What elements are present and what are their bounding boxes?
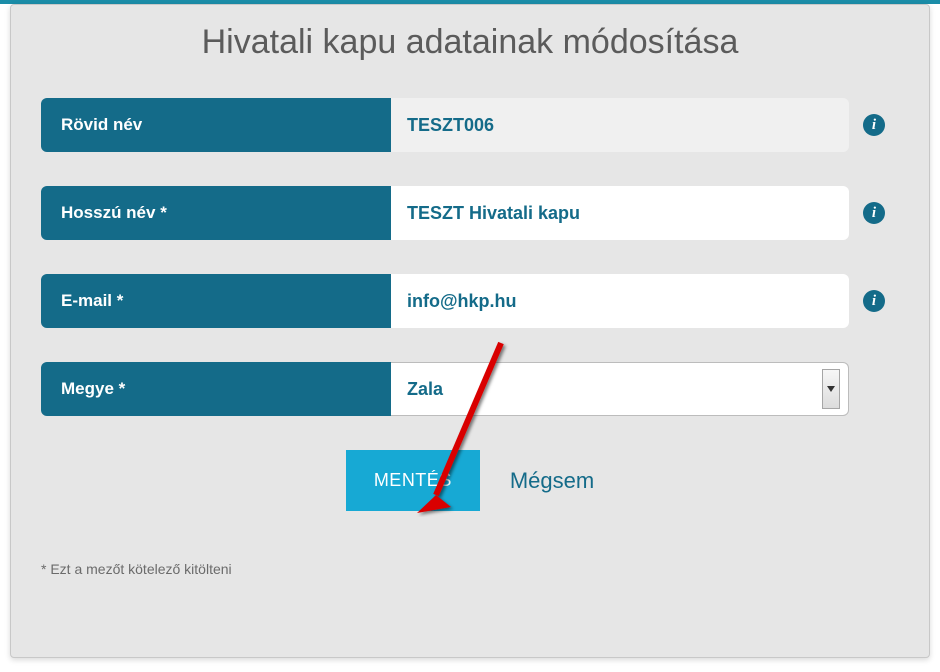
- save-button[interactable]: MENTÉS: [346, 450, 480, 511]
- chevron-down-icon: [827, 386, 835, 392]
- dropdown-button[interactable]: [822, 369, 840, 409]
- info-col: i: [849, 98, 899, 152]
- row-county: Megye * Zala: [41, 362, 899, 416]
- info-col: i: [849, 274, 899, 328]
- label-long-name: Hosszú név *: [41, 186, 391, 240]
- input-email[interactable]: [391, 274, 849, 328]
- label-short-name: Rövid név: [41, 98, 391, 152]
- input-long-name[interactable]: [391, 186, 849, 240]
- info-icon[interactable]: i: [863, 290, 885, 312]
- required-footnote: * Ezt a mezőt kötelező kitölteni: [41, 561, 899, 577]
- info-col-empty: [849, 362, 899, 416]
- row-long-name: Hosszú név * i: [41, 186, 899, 240]
- label-county: Megye *: [41, 362, 391, 416]
- select-county-value: Zala: [407, 379, 443, 400]
- label-email: E-mail *: [41, 274, 391, 328]
- select-county[interactable]: Zala: [391, 362, 849, 416]
- info-icon[interactable]: i: [863, 202, 885, 224]
- row-short-name: Rövid név i: [41, 98, 899, 152]
- info-col: i: [849, 186, 899, 240]
- row-email: E-mail * i: [41, 274, 899, 328]
- input-short-name: [391, 98, 849, 152]
- cancel-button[interactable]: Mégsem: [510, 468, 594, 494]
- info-icon[interactable]: i: [863, 114, 885, 136]
- edit-modal: Hivatali kapu adatainak módosítása Rövid…: [10, 4, 930, 658]
- button-row: MENTÉS Mégsem: [41, 450, 899, 511]
- modal-title: Hivatali kapu adatainak módosítása: [41, 23, 899, 62]
